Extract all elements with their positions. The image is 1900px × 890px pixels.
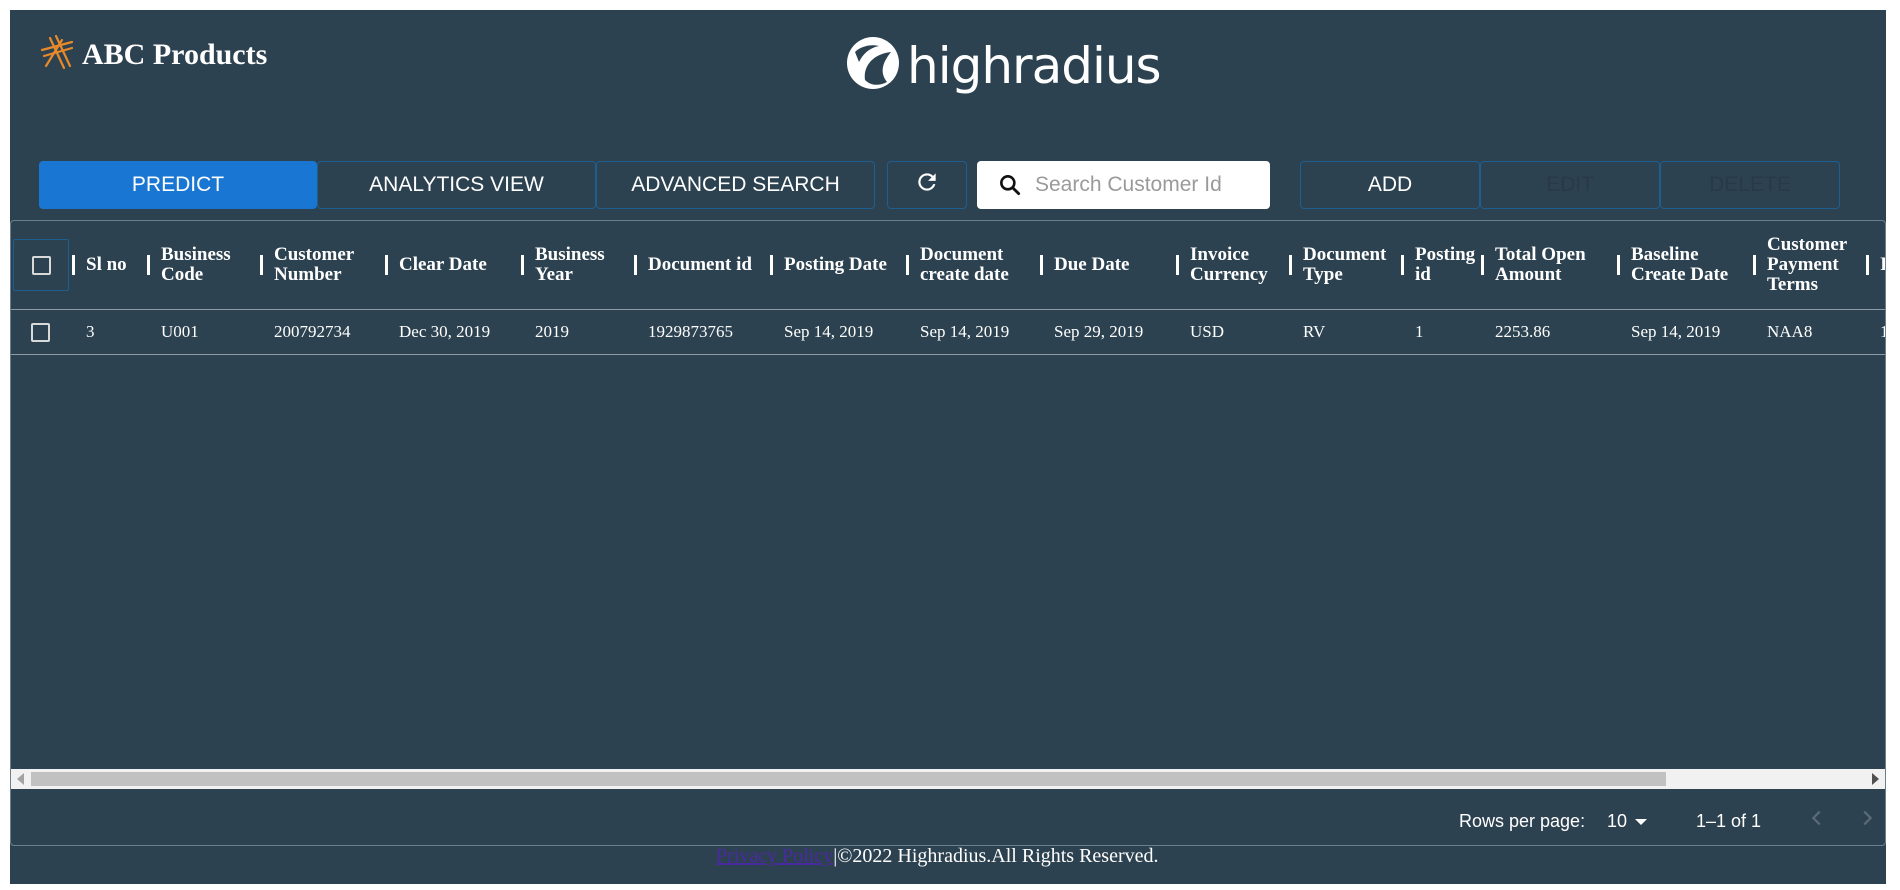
cell-total-open-amount: 2253.86: [1495, 322, 1551, 341]
table-row[interactable]: 3 U001 200792734 Dec 30, 2019 2019 19298…: [11, 310, 1885, 355]
analytics-view-button[interactable]: ANALYTICS VIEW: [317, 161, 596, 209]
scrollbar-thumb[interactable]: [31, 772, 1666, 786]
highradius-wordmark: highradius: [907, 36, 1162, 95]
refresh-button[interactable]: [887, 161, 967, 209]
column-header[interactable]: Business Code: [161, 221, 261, 309]
cell-clear-date: Dec 30, 2019: [399, 322, 491, 341]
pagination-range: 1–1 of 1: [1696, 811, 1762, 831]
next-page-icon[interactable]: [1856, 807, 1878, 834]
column-separator[interactable]: [1753, 255, 1756, 275]
column-header[interactable]: Posting Date: [784, 221, 904, 309]
footer: Privacy Policy|©2022 Highradius.All Righ…: [716, 845, 1159, 868]
search-box: [977, 161, 1270, 209]
checkbox-icon: [31, 255, 51, 275]
cell-baseline-create-date: Sep 14, 2019: [1631, 322, 1721, 341]
cell-due-date: Sep 29, 2019: [1054, 322, 1144, 341]
column-header[interactable]: I: [1880, 221, 1885, 309]
toolbar: PREDICT ANALYTICS VIEW ADVANCED SEARCH A…: [10, 161, 1886, 211]
rows-per-page-value: 10: [1607, 811, 1628, 831]
column-separator[interactable]: [1176, 255, 1179, 275]
column-separator[interactable]: [770, 255, 773, 275]
column-separator[interactable]: [1617, 255, 1620, 275]
cell-customer-payment-terms: NAA8: [1767, 322, 1813, 341]
column-header[interactable]: Sl no: [86, 221, 146, 309]
rows-per-page-select[interactable]: 10: [1607, 811, 1648, 832]
edit-button[interactable]: EDIT: [1480, 161, 1660, 209]
select-all-checkbox[interactable]: [13, 239, 69, 291]
cell-posting-date: Sep 14, 2019: [784, 322, 874, 341]
column-header[interactable]: Document id: [648, 221, 768, 309]
search-input[interactable]: [1033, 172, 1257, 198]
cell-posting-id: 1: [1415, 322, 1424, 341]
scroll-right-icon[interactable]: [1872, 773, 1879, 785]
column-header[interactable]: Invoice Currency: [1190, 221, 1280, 309]
column-separator[interactable]: [1401, 255, 1404, 275]
column-separator[interactable]: [521, 255, 524, 275]
column-header[interactable]: Posting id: [1415, 221, 1485, 309]
app-title: ABC Products: [82, 37, 268, 71]
column-separator[interactable]: [1481, 255, 1484, 275]
column-header[interactable]: Document Type: [1303, 221, 1398, 309]
column-separator[interactable]: [1289, 255, 1292, 275]
cell-customer-number: 200792734: [274, 322, 351, 341]
cell-business-code: U001: [161, 322, 199, 341]
scroll-left-icon[interactable]: [17, 773, 24, 785]
column-header[interactable]: Due Date: [1054, 221, 1164, 309]
column-header[interactable]: Customer Payment Terms: [1767, 221, 1857, 309]
cell-invoice-id: 1: [1880, 310, 1885, 354]
column-separator[interactable]: [147, 255, 150, 275]
column-header[interactable]: Clear Date: [399, 221, 509, 309]
abc-logo-icon: [38, 32, 76, 77]
table-header: Sl no Business Code Customer Number Clea…: [11, 221, 1885, 310]
column-separator[interactable]: [260, 255, 263, 275]
column-separator[interactable]: [906, 255, 909, 275]
cell-sl-no: 3: [86, 322, 95, 341]
chevron-down-icon: [1635, 818, 1648, 825]
delete-button[interactable]: DELETE: [1660, 161, 1840, 209]
data-grid: Sl no Business Code Customer Number Clea…: [10, 220, 1886, 846]
advanced-search-button[interactable]: ADVANCED SEARCH: [596, 161, 875, 209]
column-header[interactable]: Baseline Create Date: [1631, 221, 1741, 309]
column-header[interactable]: Business Year: [535, 221, 635, 309]
cell-business-year: 2019: [535, 322, 569, 341]
column-header[interactable]: Total Open Amount: [1495, 221, 1605, 309]
column-separator[interactable]: [1866, 255, 1869, 275]
column-separator[interactable]: [72, 255, 75, 275]
rows-per-page-label: Rows per page:: [1459, 811, 1586, 831]
search-icon: [997, 172, 1023, 198]
highradius-swirl-icon: [843, 32, 903, 99]
predict-button[interactable]: PREDICT: [39, 161, 317, 209]
refresh-icon: [914, 169, 940, 201]
highradius-logo: highradius: [843, 32, 1162, 99]
app-root: ABC Products highradius PREDICT ANALYTIC…: [10, 10, 1886, 884]
horizontal-scrollbar[interactable]: [11, 769, 1885, 789]
checkbox-icon: [31, 322, 50, 342]
cell-invoice-currency: USD: [1190, 322, 1225, 341]
column-separator[interactable]: [385, 255, 388, 275]
cell-document-id: 1929873765: [648, 322, 733, 341]
column-separator[interactable]: [1040, 255, 1043, 275]
copyright-text: |©2022 Highradius.All Rights Reserved.: [833, 845, 1159, 867]
row-checkbox[interactable]: [31, 310, 50, 354]
cell-document-type: RV: [1303, 322, 1326, 341]
brand: ABC Products: [38, 32, 267, 77]
column-header[interactable]: Document create date: [920, 221, 1030, 309]
prev-page-icon[interactable]: [1806, 807, 1828, 834]
cell-document-create-date: Sep 14, 2019: [920, 322, 1010, 341]
column-header[interactable]: Customer Number: [274, 221, 374, 309]
pagination-bar: Rows per page: 10 1–1 of 1: [11, 789, 1885, 845]
column-separator[interactable]: [634, 255, 637, 275]
privacy-policy-link[interactable]: Privacy Policy: [716, 845, 833, 867]
add-button[interactable]: ADD: [1300, 161, 1480, 209]
